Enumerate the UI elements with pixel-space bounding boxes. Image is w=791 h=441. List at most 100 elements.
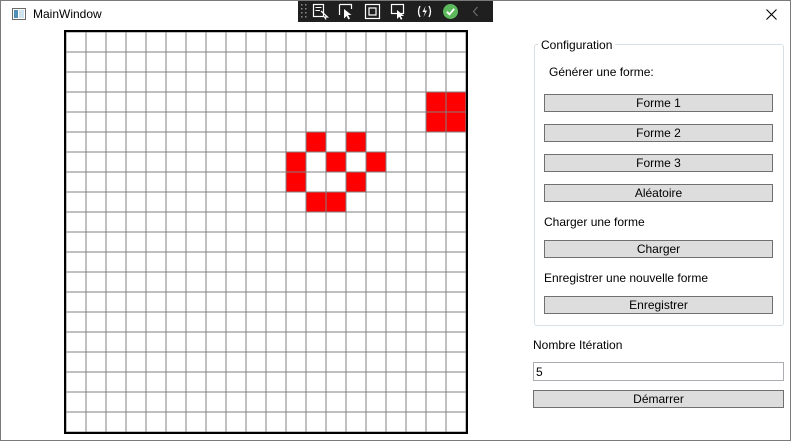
- grid-cell[interactable]: [165, 91, 187, 113]
- grid-cell[interactable]: [85, 191, 107, 213]
- grid-cell[interactable]: [185, 71, 207, 93]
- grid-cell[interactable]: [225, 271, 247, 293]
- grid-cell[interactable]: [65, 411, 87, 433]
- grid-cell[interactable]: [325, 331, 347, 353]
- grid-cell[interactable]: [165, 191, 187, 213]
- grid-cell[interactable]: [205, 231, 227, 253]
- grid-cell[interactable]: [205, 411, 227, 433]
- start-button[interactable]: Démarrer: [533, 390, 784, 408]
- grid-cell[interactable]: [65, 351, 87, 373]
- grid-cell[interactable]: [365, 291, 387, 313]
- grid-cell[interactable]: [425, 391, 447, 413]
- grid-cell-alive[interactable]: [305, 131, 327, 153]
- grid-cell[interactable]: [185, 51, 207, 73]
- grid-cell[interactable]: [285, 311, 307, 333]
- grid-cell[interactable]: [445, 351, 467, 373]
- grid-cell[interactable]: [165, 351, 187, 373]
- grid-cell[interactable]: [65, 171, 87, 193]
- grid-cell[interactable]: [245, 151, 267, 173]
- grid-cell[interactable]: [325, 231, 347, 253]
- grid-cell[interactable]: [385, 131, 407, 153]
- grid-cell[interactable]: [225, 171, 247, 193]
- grid-cell[interactable]: [145, 31, 167, 53]
- grid-cell-alive[interactable]: [305, 191, 327, 213]
- collapse-toolbar-button[interactable]: [464, 1, 488, 22]
- random-shape-button[interactable]: Aléatoire: [544, 184, 773, 202]
- grid-cell[interactable]: [365, 411, 387, 433]
- grid-cell[interactable]: [165, 391, 187, 413]
- grid-cell[interactable]: [345, 291, 367, 313]
- grid-cell[interactable]: [385, 91, 407, 113]
- grid-cell[interactable]: [385, 331, 407, 353]
- grid-cell[interactable]: [245, 211, 267, 233]
- grid-cell[interactable]: [85, 371, 107, 393]
- grid-cell[interactable]: [125, 131, 147, 153]
- grid-cell[interactable]: [165, 231, 187, 253]
- grid-cell[interactable]: [205, 111, 227, 133]
- grid-cell[interactable]: [305, 391, 327, 413]
- grid-cell[interactable]: [85, 411, 107, 433]
- grid-cell[interactable]: [445, 71, 467, 93]
- grid-cell[interactable]: [205, 251, 227, 273]
- grid-cell[interactable]: [85, 151, 107, 173]
- grid-cell[interactable]: [425, 371, 447, 393]
- grid-cell[interactable]: [145, 211, 167, 233]
- grid-cell[interactable]: [85, 331, 107, 353]
- shape-2-button[interactable]: Forme 2: [544, 124, 773, 142]
- grid-cell[interactable]: [65, 51, 87, 73]
- grid-cell[interactable]: [125, 271, 147, 293]
- grid-cell[interactable]: [245, 371, 267, 393]
- grid-cell[interactable]: [325, 51, 347, 73]
- grid-cell[interactable]: [445, 271, 467, 293]
- grid-cell[interactable]: [325, 31, 347, 53]
- grid-cell[interactable]: [305, 31, 327, 53]
- grid-cell[interactable]: [325, 371, 347, 393]
- grid-cell[interactable]: [345, 311, 367, 333]
- grid-cell[interactable]: [265, 111, 287, 133]
- grid-cell[interactable]: [265, 231, 287, 253]
- grid-cell-alive[interactable]: [445, 111, 467, 133]
- grid-cell[interactable]: [345, 271, 367, 293]
- grid-cell[interactable]: [405, 231, 427, 253]
- grid-cell[interactable]: [105, 51, 127, 73]
- grid-cell[interactable]: [305, 251, 327, 273]
- grid-cell[interactable]: [405, 391, 427, 413]
- grid-cell[interactable]: [105, 71, 127, 93]
- grid-cell[interactable]: [185, 391, 207, 413]
- grid-cell[interactable]: [305, 151, 327, 173]
- grid-cell[interactable]: [245, 411, 267, 433]
- grid-cell[interactable]: [445, 231, 467, 253]
- grid-cell[interactable]: [265, 211, 287, 233]
- grid-cell[interactable]: [385, 31, 407, 53]
- grid-cell[interactable]: [185, 191, 207, 213]
- grid-cell[interactable]: [325, 351, 347, 373]
- grid-cell[interactable]: [425, 291, 447, 313]
- grid-cell[interactable]: [65, 71, 87, 93]
- grid-cell[interactable]: [225, 331, 247, 353]
- grid-cell[interactable]: [85, 391, 107, 413]
- grid-cell-alive[interactable]: [285, 171, 307, 193]
- grid-cell[interactable]: [305, 291, 327, 313]
- grid-cell[interactable]: [105, 171, 127, 193]
- grid-cell[interactable]: [405, 291, 427, 313]
- grid-cell[interactable]: [265, 191, 287, 213]
- grid-cell[interactable]: [165, 411, 187, 433]
- grid-cell[interactable]: [205, 91, 227, 113]
- grid-cell[interactable]: [165, 51, 187, 73]
- grid-cell[interactable]: [365, 211, 387, 233]
- grid-cell[interactable]: [145, 351, 167, 373]
- grid-cell[interactable]: [345, 211, 367, 233]
- grid-cell[interactable]: [425, 51, 447, 73]
- grid-cell[interactable]: [405, 351, 427, 373]
- grid-cell[interactable]: [245, 331, 267, 353]
- track-focus-button[interactable]: [386, 1, 410, 22]
- grid-cell[interactable]: [325, 271, 347, 293]
- grid-cell[interactable]: [445, 171, 467, 193]
- grid-cell[interactable]: [285, 351, 307, 373]
- grid-cell[interactable]: [225, 351, 247, 373]
- grid-cell[interactable]: [105, 191, 127, 213]
- grid-cell[interactable]: [85, 311, 107, 333]
- grid-cell[interactable]: [365, 191, 387, 213]
- grid-cell[interactable]: [445, 391, 467, 413]
- grid-cell[interactable]: [305, 351, 327, 373]
